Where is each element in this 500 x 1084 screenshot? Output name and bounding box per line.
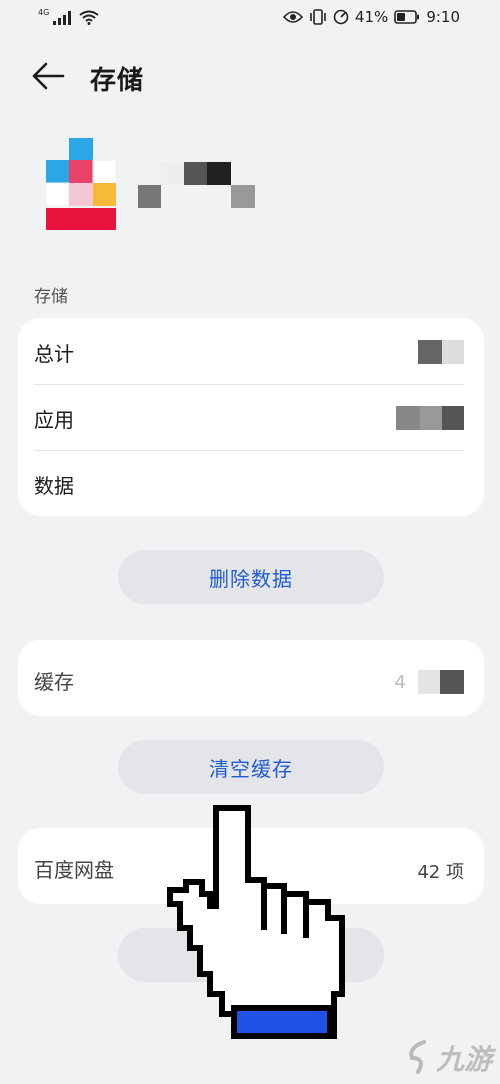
battery-percent: 41% — [354, 8, 389, 26]
app-name-mosaic — [138, 162, 255, 208]
clock: 9:10 — [426, 8, 460, 26]
watermark: 九游 — [404, 1038, 492, 1078]
row-label: 总计 — [34, 342, 74, 366]
row-label: 应用 — [34, 408, 74, 432]
row-value: 42 项 — [417, 862, 464, 883]
app-logo-icon — [46, 138, 116, 230]
vibrate-icon — [310, 9, 326, 25]
page-title: 存储 — [90, 66, 145, 96]
row-value-mosaic — [396, 406, 464, 430]
back-arrow-icon — [32, 62, 65, 90]
clear-cache-button[interactable]: 清空缓存 — [118, 740, 384, 794]
back-button[interactable] — [30, 60, 70, 94]
wifi-icon — [79, 10, 99, 25]
cache-card: 缓存 4 — [18, 640, 484, 716]
row-label: 缓存 — [34, 670, 74, 694]
row-total: 总计 — [18, 318, 484, 384]
title-bar: 存储 — [0, 48, 500, 108]
watermark-logo-icon — [409, 1040, 426, 1074]
delete-data-button[interactable]: 删除数据 — [118, 550, 384, 604]
speedometer-icon — [333, 9, 349, 25]
section-label-storage: 存储 — [34, 287, 68, 307]
row-label: 数据 — [34, 474, 74, 498]
storage-card: 总计 应用 数据 — [18, 318, 484, 516]
cache-value-partial: 4 — [394, 671, 406, 693]
status-bar: 4G 41% 9:10 — [0, 0, 500, 38]
status-left: 4G — [38, 8, 99, 25]
eye-icon — [282, 11, 303, 23]
row-value: 4 — [395, 670, 464, 694]
row-value-mosaic — [418, 340, 464, 364]
signal-icon — [53, 11, 72, 25]
status-right: 41% 9:10 — [282, 8, 460, 26]
row-data: 数据 — [18, 450, 484, 516]
row-apps: 应用 — [18, 384, 484, 450]
row-cache: 缓存 4 — [18, 640, 484, 716]
row-label: 百度网盘 — [34, 858, 114, 882]
network-type: 4G — [38, 8, 50, 17]
pointing-hand-icon — [167, 805, 345, 1039]
watermark-text: 九游 — [435, 1043, 492, 1076]
battery-icon — [394, 10, 420, 24]
